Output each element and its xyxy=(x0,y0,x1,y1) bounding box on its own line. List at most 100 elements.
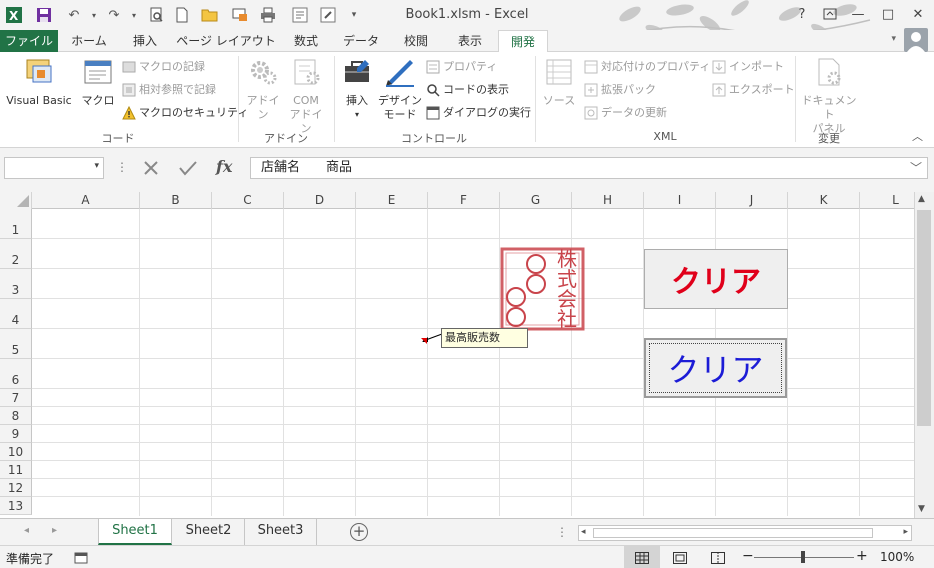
customize-qat-icon[interactable]: ▾ xyxy=(344,5,364,25)
row-header-6[interactable]: 6 xyxy=(0,359,32,389)
column-header-d[interactable]: D xyxy=(284,192,356,209)
form-editor-icon[interactable] xyxy=(318,5,338,25)
new-file-icon[interactable] xyxy=(172,5,192,25)
column-header-b[interactable]: B xyxy=(140,192,212,209)
macro-button[interactable]: マクロ xyxy=(80,56,116,108)
design-mode-button[interactable]: デザイン モード xyxy=(378,56,422,122)
com-addins-button[interactable]: COM アドイン xyxy=(286,56,326,136)
insert-function-icon[interactable]: fx xyxy=(216,157,232,176)
tab-file[interactable]: ファイル xyxy=(0,30,58,52)
redo-icon[interactable]: ↷ xyxy=(104,5,124,25)
row-header-2[interactable]: 2 xyxy=(0,239,32,269)
relative-reference-button[interactable]: 相対参照で記録 xyxy=(122,81,216,99)
row-header-4[interactable]: 4 xyxy=(0,299,32,329)
document-panel-button[interactable]: ドキュメント パネル xyxy=(800,56,858,136)
save-icon[interactable] xyxy=(34,5,54,25)
view-code-button[interactable]: コードの表示 xyxy=(426,81,509,99)
expand-formula-bar-icon[interactable]: ﹀ xyxy=(910,159,922,176)
open-folder-icon[interactable] xyxy=(200,5,220,25)
row-header-8[interactable]: 8 xyxy=(0,407,32,425)
undo-icon[interactable]: ↶ xyxy=(64,5,84,25)
column-header-g[interactable]: G xyxy=(500,192,572,209)
enter-check-icon[interactable] xyxy=(178,159,198,177)
column-header-c[interactable]: C xyxy=(212,192,284,209)
expansion-packs-button[interactable]: 拡張パック xyxy=(584,81,656,99)
tab-split-handle-icon[interactable]: ⋮ xyxy=(556,525,568,539)
user-avatar-icon[interactable] xyxy=(904,28,928,52)
ribbon-display-options-button[interactable] xyxy=(816,2,844,26)
help-button[interactable]: ? xyxy=(788,2,816,26)
insert-control-button[interactable]: 挿入 ▾ xyxy=(338,56,376,122)
vertical-scroll-thumb[interactable] xyxy=(917,210,931,426)
macro-security-button[interactable]: マクロのセキュリティ xyxy=(122,104,248,122)
sheet-tab-1[interactable]: Sheet1 xyxy=(98,519,172,545)
tab-data[interactable]: データ xyxy=(336,30,386,52)
column-header-f[interactable]: F xyxy=(428,192,500,209)
cancel-icon[interactable] xyxy=(142,159,160,177)
addins-button[interactable]: アドイン xyxy=(242,56,284,122)
map-properties-button[interactable]: 対応付けのプロパティ xyxy=(584,58,710,76)
sheet-tab-2[interactable]: Sheet2 xyxy=(173,519,245,545)
clear-button-red[interactable]: クリア xyxy=(644,249,788,309)
clear-button-blue[interactable]: クリア xyxy=(644,338,787,398)
tab-page-layout[interactable]: ページ レイアウト xyxy=(176,30,276,52)
column-header-j[interactable]: J xyxy=(716,192,788,209)
sheet-next-icon[interactable]: ▸ xyxy=(52,525,57,536)
minimize-button[interactable]: — xyxy=(844,2,872,26)
scroll-up-icon[interactable]: ▲ xyxy=(918,194,925,204)
import-button[interactable]: インポート xyxy=(712,58,784,76)
column-header-a[interactable]: A xyxy=(32,192,140,209)
column-header-k[interactable]: K xyxy=(788,192,860,209)
redo-dropdown-icon[interactable]: ▾ xyxy=(124,5,144,25)
page-break-view-button[interactable] xyxy=(700,546,736,568)
properties-button[interactable]: プロパティ xyxy=(426,58,497,76)
row-header-12[interactable]: 12 xyxy=(0,479,32,497)
select-all-corner[interactable] xyxy=(0,192,32,209)
scroll-right-icon[interactable]: ▸ xyxy=(903,527,908,537)
formula-input[interactable]: 店舗名 商品 xyxy=(250,157,928,179)
name-box-dropdown-icon[interactable]: ▾ xyxy=(94,161,99,171)
tab-view[interactable]: 表示 xyxy=(446,30,494,52)
refresh-data-button[interactable]: データの更新 xyxy=(584,104,667,122)
row-header-9[interactable]: 9 xyxy=(0,425,32,443)
add-sheet-icon[interactable]: + xyxy=(350,523,368,541)
close-button[interactable]: ✕ xyxy=(904,2,932,26)
collapse-ribbon-icon[interactable]: ▾ xyxy=(891,34,896,44)
cell-comment[interactable]: 最高販売数 xyxy=(441,328,528,348)
row-header-10[interactable]: 10 xyxy=(0,443,32,461)
row-header-3[interactable]: 3 xyxy=(0,269,32,299)
row-header-7[interactable]: 7 xyxy=(0,389,32,407)
column-header-e[interactable]: E xyxy=(356,192,428,209)
scroll-down-icon[interactable]: ▼ xyxy=(918,504,925,514)
sheet-prev-icon[interactable]: ◂ xyxy=(24,525,29,536)
zoom-out-icon[interactable]: − xyxy=(742,548,754,564)
normal-view-button[interactable] xyxy=(624,546,660,568)
column-header-i[interactable]: I xyxy=(644,192,716,209)
print-icon[interactable] xyxy=(258,5,278,25)
row-header-11[interactable]: 11 xyxy=(0,461,32,479)
excel-logo-icon[interactable]: X xyxy=(4,5,24,25)
screen-capture-icon[interactable] xyxy=(230,5,250,25)
print-preview-icon[interactable] xyxy=(146,5,166,25)
tab-formulas[interactable]: 数式 xyxy=(282,30,330,52)
tab-developer[interactable]: 開発 xyxy=(498,30,548,53)
vertical-scrollbar[interactable]: ▲ ▼ xyxy=(914,192,934,518)
export-button[interactable]: エクスポート xyxy=(712,81,795,99)
zoom-in-icon[interactable]: + xyxy=(856,548,868,564)
zoom-level[interactable]: 100% xyxy=(880,550,914,564)
tab-review[interactable]: 校閲 xyxy=(392,30,440,52)
undo-dropdown-icon[interactable]: ▾ xyxy=(84,5,104,25)
zoom-slider-thumb[interactable] xyxy=(801,551,805,563)
row-header-13[interactable]: 13 xyxy=(0,497,32,515)
row-header-1[interactable]: 1 xyxy=(0,209,32,239)
name-box[interactable]: ▾ xyxy=(4,157,104,179)
visual-basic-button[interactable]: Visual Basic xyxy=(4,56,74,108)
tab-insert[interactable]: 挿入 xyxy=(120,30,170,52)
row-header-5[interactable]: 5 xyxy=(0,329,32,359)
company-seal-stamp[interactable]: 株 式 会 社 xyxy=(500,247,585,331)
page-layout-view-button[interactable] xyxy=(662,546,698,568)
xml-source-button[interactable]: ソース xyxy=(540,56,578,108)
macro-record-status-icon[interactable] xyxy=(74,550,88,564)
horizontal-scrollbar[interactable]: ◂ ▸ xyxy=(578,525,912,541)
horizontal-scroll-thumb[interactable] xyxy=(593,528,873,538)
